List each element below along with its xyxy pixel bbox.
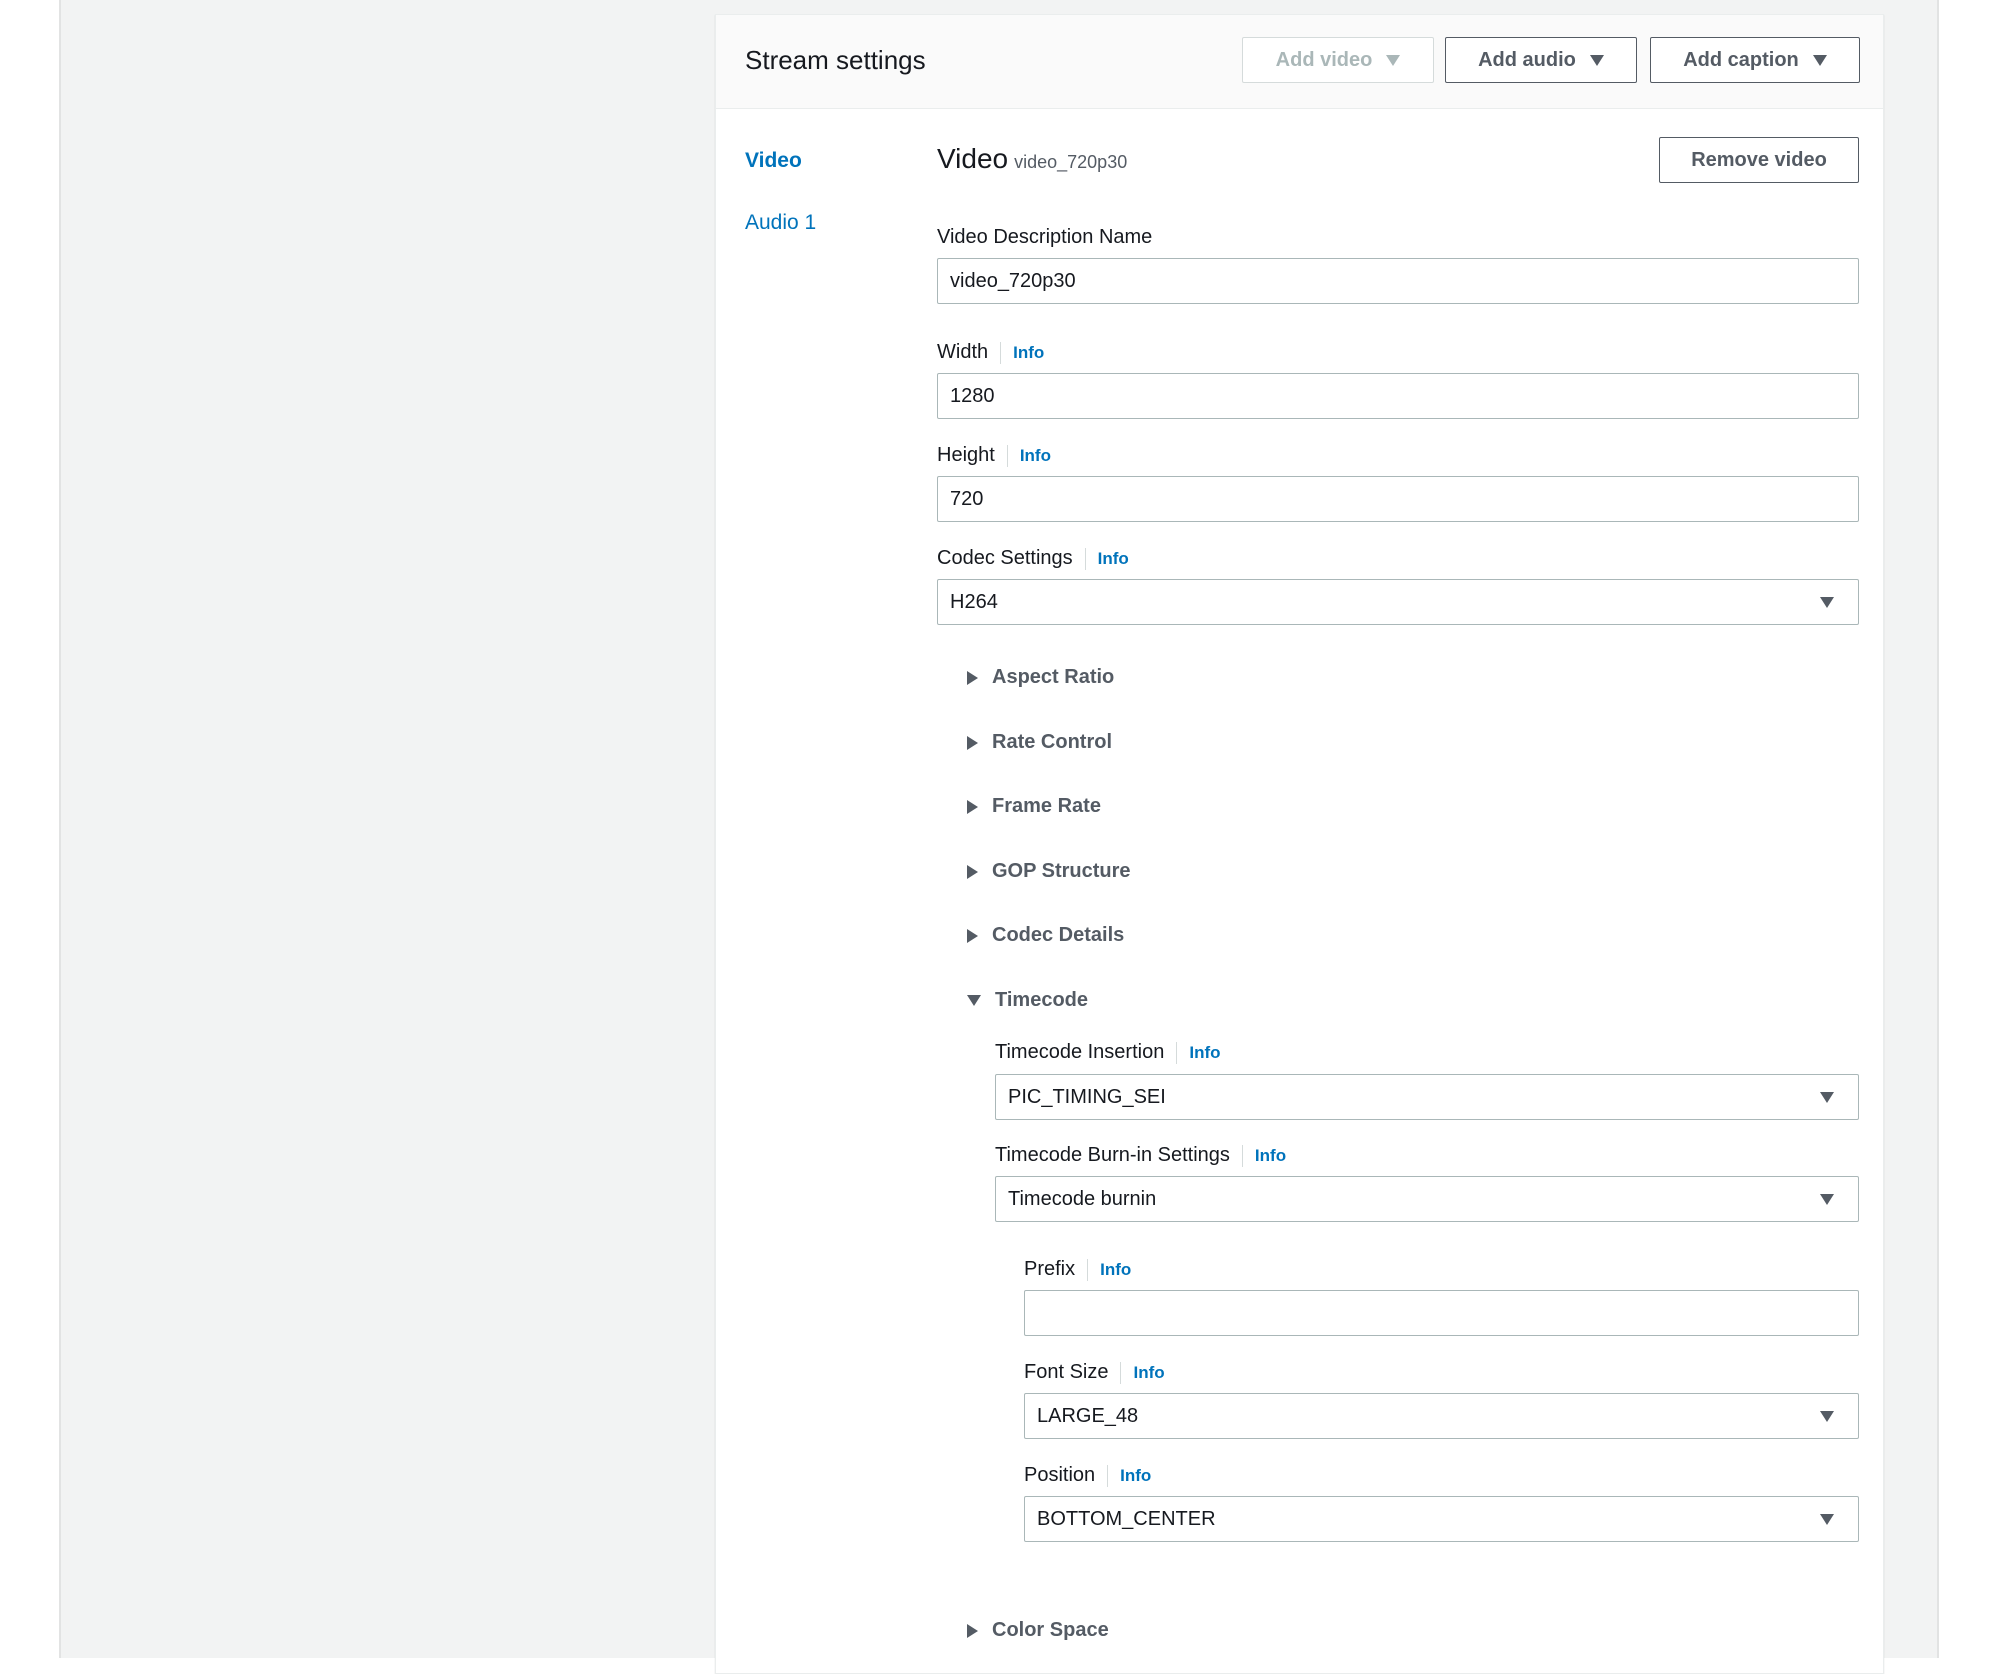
video-description-name-label-text: Video Description Name — [937, 226, 1153, 248]
add-audio-button[interactable]: Add audio — [1445, 37, 1637, 83]
add-video-button[interactable]: Add video — [1242, 37, 1434, 83]
height-info-link[interactable]: Info — [1006, 444, 1051, 467]
position-value: BOTTOM_CENTER — [1037, 1507, 1216, 1530]
panel-header: Stream settings Add video Add audio Add … — [716, 15, 1883, 109]
nav-item-audio-1[interactable]: Audio 1 — [745, 211, 816, 235]
caret-right-icon — [967, 864, 978, 879]
width-input[interactable]: 1280 — [937, 373, 1859, 419]
position-select[interactable]: BOTTOM_CENTER — [1024, 1496, 1859, 1542]
width-label: Width Info — [937, 341, 1044, 364]
codec-settings-select[interactable]: H264 — [937, 579, 1859, 625]
caret-down-icon — [967, 995, 981, 1006]
codec-details-expander[interactable]: Codec Details — [967, 924, 1124, 947]
add-video-label: Add video — [1275, 48, 1373, 71]
height-input[interactable]: 720 — [937, 476, 1859, 522]
caret-right-icon — [967, 1623, 978, 1638]
caret-down-icon — [1820, 1410, 1834, 1422]
remove-video-button[interactable]: Remove video — [1659, 137, 1859, 183]
codec-details-label: Codec Details — [992, 924, 1125, 946]
position-label: Position Info — [1024, 1464, 1151, 1487]
caret-down-icon — [1589, 54, 1604, 66]
video-description-name-label: Video Description Name — [937, 226, 1152, 249]
caret-down-icon — [1820, 1513, 1834, 1525]
aspect-ratio-label: Aspect Ratio — [992, 666, 1115, 688]
video-description-name-input[interactable]: video_720p30 — [937, 258, 1859, 304]
caret-right-icon — [967, 928, 978, 943]
nav-item-video[interactable]: Video — [745, 149, 802, 173]
timecode-insertion-label: Timecode Insertion Info — [995, 1041, 1221, 1064]
caret-down-icon — [1386, 54, 1401, 66]
timecode-insertion-label-text: Timecode Insertion — [995, 1041, 1165, 1063]
font-size-value: LARGE_48 — [1037, 1404, 1139, 1427]
font-size-label-text: Font Size — [1024, 1361, 1109, 1383]
prefix-input[interactable] — [1024, 1290, 1859, 1336]
font-size-select[interactable]: LARGE_48 — [1024, 1393, 1859, 1439]
rate-control-expander[interactable]: Rate Control — [967, 731, 1112, 754]
add-audio-label: Add audio — [1478, 48, 1576, 71]
frame-rate-expander[interactable]: Frame Rate — [967, 795, 1101, 818]
height-label-text: Height — [937, 444, 995, 466]
timecode-insertion-value: PIC_TIMING_SEI — [1008, 1085, 1166, 1108]
caret-down-icon — [1812, 54, 1827, 66]
timecode-burnin-label: Timecode Burn-in Settings Info — [995, 1144, 1286, 1167]
width-info-link[interactable]: Info — [1000, 341, 1044, 364]
prefix-info-link[interactable]: Info — [1087, 1258, 1131, 1281]
height-label: Height Info — [937, 444, 1051, 467]
aspect-ratio-expander[interactable]: Aspect Ratio — [967, 666, 1114, 689]
position-label-text: Position — [1024, 1464, 1096, 1486]
frame-rate-label: Frame Rate — [992, 795, 1101, 817]
position-info-link[interactable]: Info — [1107, 1464, 1151, 1487]
gop-structure-expander[interactable]: GOP Structure — [967, 860, 1131, 883]
timecode-burnin-select[interactable]: Timecode burnin — [995, 1176, 1859, 1222]
video-section-title: Video video_720p30 — [937, 143, 1127, 175]
timecode-expander[interactable]: Timecode — [967, 989, 1088, 1012]
color-space-expander[interactable]: Color Space — [967, 1619, 1109, 1642]
caret-right-icon — [967, 735, 978, 750]
codec-settings-label: Codec Settings Info — [937, 547, 1129, 570]
timecode-burnin-info-link[interactable]: Info — [1241, 1144, 1286, 1167]
timecode-insertion-info-link[interactable]: Info — [1176, 1041, 1221, 1064]
video-subtitle: video_720p30 — [1014, 152, 1128, 172]
add-caption-button[interactable]: Add caption — [1650, 37, 1860, 83]
caret-right-icon — [967, 670, 978, 685]
font-size-label: Font Size Info — [1024, 1361, 1165, 1384]
rate-control-label: Rate Control — [992, 731, 1112, 753]
add-caption-label: Add caption — [1683, 48, 1799, 71]
width-label-text: Width — [937, 341, 989, 363]
caret-down-icon — [1820, 1193, 1834, 1205]
codec-settings-label-text: Codec Settings — [937, 547, 1073, 569]
prefix-label: Prefix Info — [1024, 1258, 1131, 1281]
prefix-label-text: Prefix — [1024, 1258, 1076, 1280]
timecode-label: Timecode — [995, 989, 1088, 1011]
caret-right-icon — [967, 799, 978, 814]
color-space-label: Color Space — [992, 1619, 1109, 1641]
font-size-info-link[interactable]: Info — [1120, 1361, 1165, 1384]
codec-settings-info-link[interactable]: Info — [1084, 547, 1129, 570]
timecode-insertion-select[interactable]: PIC_TIMING_SEI — [995, 1074, 1859, 1120]
timecode-burnin-value: Timecode burnin — [1008, 1187, 1157, 1210]
codec-settings-value: H264 — [950, 590, 998, 613]
panel-title: Stream settings — [745, 45, 926, 75]
gop-structure-label: GOP Structure — [992, 860, 1131, 882]
caret-down-icon — [1820, 596, 1834, 608]
stream-settings-panel: Stream settings Add video Add audio Add … — [715, 14, 1884, 1674]
caret-down-icon — [1820, 1091, 1834, 1103]
timecode-burnin-label-text: Timecode Burn-in Settings — [995, 1144, 1230, 1166]
video-title: Video — [937, 143, 1009, 174]
